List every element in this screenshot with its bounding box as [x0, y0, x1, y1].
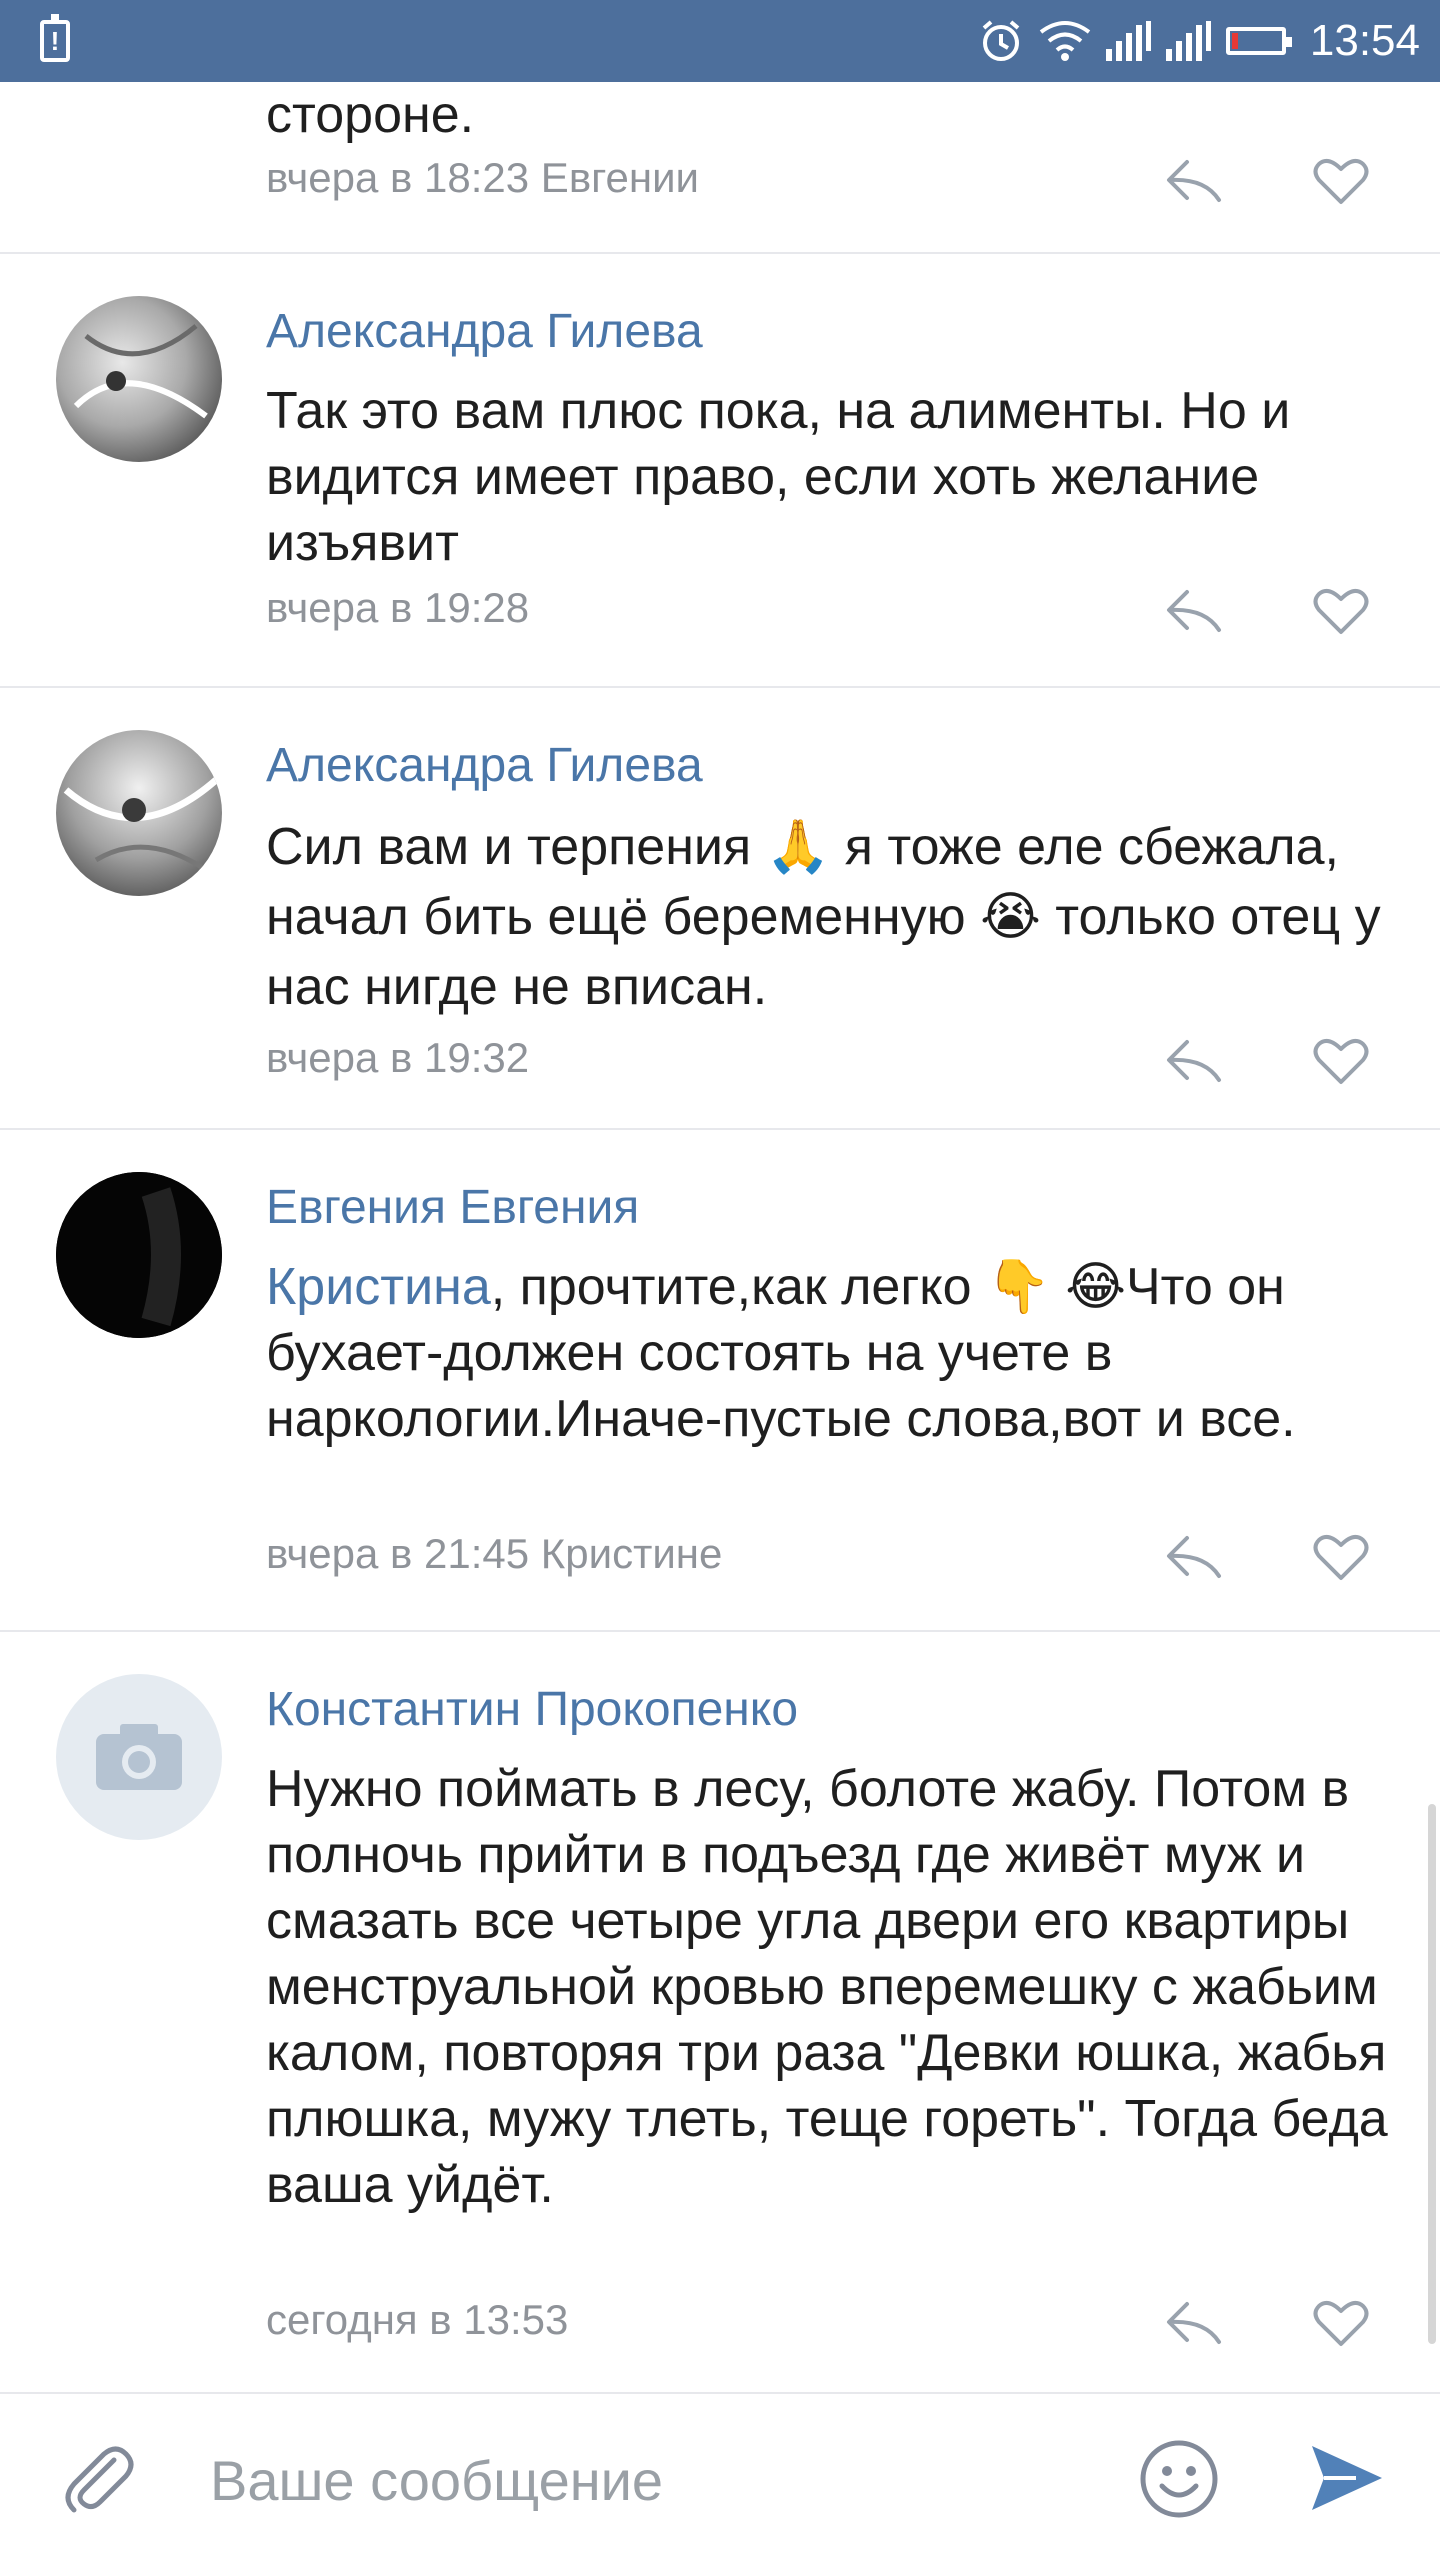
alarm-icon [982, 20, 1020, 61]
comment-text: Кристина, прочтите,как легко 👇 😂Что он б… [266, 1258, 1296, 1448]
avatar[interactable] [56, 1172, 222, 1338]
comments-list: стороне. вчера в 18:23 Евгении Александр… [0, 82, 1440, 2392]
comment-author[interactable]: Константин Прокопенко [266, 1682, 798, 1737]
comment-meta: вчера в 19:28 [266, 584, 530, 631]
comment-item: Константин Прокопенко Нужно поймать в ле… [0, 1632, 1440, 2392]
send-icon[interactable] [1306, 2438, 1386, 2518]
comment-item: Александра Гилева Так это вам плюс пока,… [0, 254, 1440, 688]
reply-icon[interactable] [1165, 1532, 1225, 1582]
message-composer [0, 2392, 1440, 2560]
wifi-icon [1039, 21, 1091, 61]
comment-item: Евгения Евгения Кристина, прочтите,как л… [0, 1130, 1440, 1632]
comment-text: стороне. [266, 86, 475, 144]
avatar[interactable] [56, 296, 222, 462]
reply-icon[interactable] [1165, 586, 1225, 636]
emoji: 😭 [980, 888, 1041, 946]
comment-item: стороне. вчера в 18:23 Евгении [0, 82, 1440, 254]
comment-meta: сегодня в 13:53 [266, 2296, 569, 2343]
emoji: 😂 [1065, 1258, 1126, 1316]
battery-alert-icon: ! [40, 14, 70, 62]
comment-text: Сил вам и терпения 🙏 я тоже еле сбежала,… [266, 818, 1381, 1016]
emoji-icon[interactable] [1138, 2438, 1220, 2520]
comment-author[interactable]: Александра Гилева [266, 304, 703, 359]
reply-icon[interactable] [1165, 2298, 1225, 2348]
comment-text: Нужно поймать в лесу, болоте жабу. Потом… [266, 1760, 1388, 2214]
like-icon[interactable] [1312, 2298, 1370, 2348]
like-icon[interactable] [1312, 586, 1370, 636]
emoji: 👇 [986, 1258, 1051, 1316]
message-input[interactable] [208, 2434, 1112, 2526]
comment-author[interactable]: Александра Гилева [266, 738, 703, 793]
attach-icon[interactable] [56, 2438, 136, 2518]
signal-icon [1165, 21, 1211, 61]
camera-icon [96, 1724, 182, 1790]
reply-icon[interactable] [1165, 156, 1225, 206]
like-icon[interactable] [1312, 156, 1370, 206]
camera-placeholder-avatar[interactable] [56, 1674, 222, 1840]
status-bar: ! 13:54 [0, 0, 1440, 82]
emoji: 🙏 [765, 818, 831, 876]
status-icons: 13:54 [978, 0, 1420, 82]
scrollbar[interactable] [1428, 1804, 1436, 2344]
comment-meta: вчера в 21:45 Кристине [266, 1530, 723, 1577]
like-icon[interactable] [1312, 1036, 1370, 1086]
comment-item: Александра Гилева Сил вам и терпения 🙏 я… [0, 688, 1440, 1130]
comment-author[interactable]: Евгения Евгения [266, 1180, 639, 1235]
like-icon[interactable] [1312, 1532, 1370, 1582]
reply-icon[interactable] [1165, 1036, 1225, 1086]
clock: 13:54 [1309, 16, 1420, 65]
mention-link[interactable]: Кристина [266, 1258, 491, 1316]
comment-text: Так это вам плюс пока, на алименты. Но и… [266, 382, 1291, 572]
comment-meta: вчера в 19:32 [266, 1034, 530, 1081]
signal-icon [1105, 21, 1151, 61]
comment-meta: вчера в 18:23 Евгении [266, 154, 700, 201]
avatar[interactable] [56, 730, 222, 896]
battery-low-icon [1225, 27, 1292, 55]
